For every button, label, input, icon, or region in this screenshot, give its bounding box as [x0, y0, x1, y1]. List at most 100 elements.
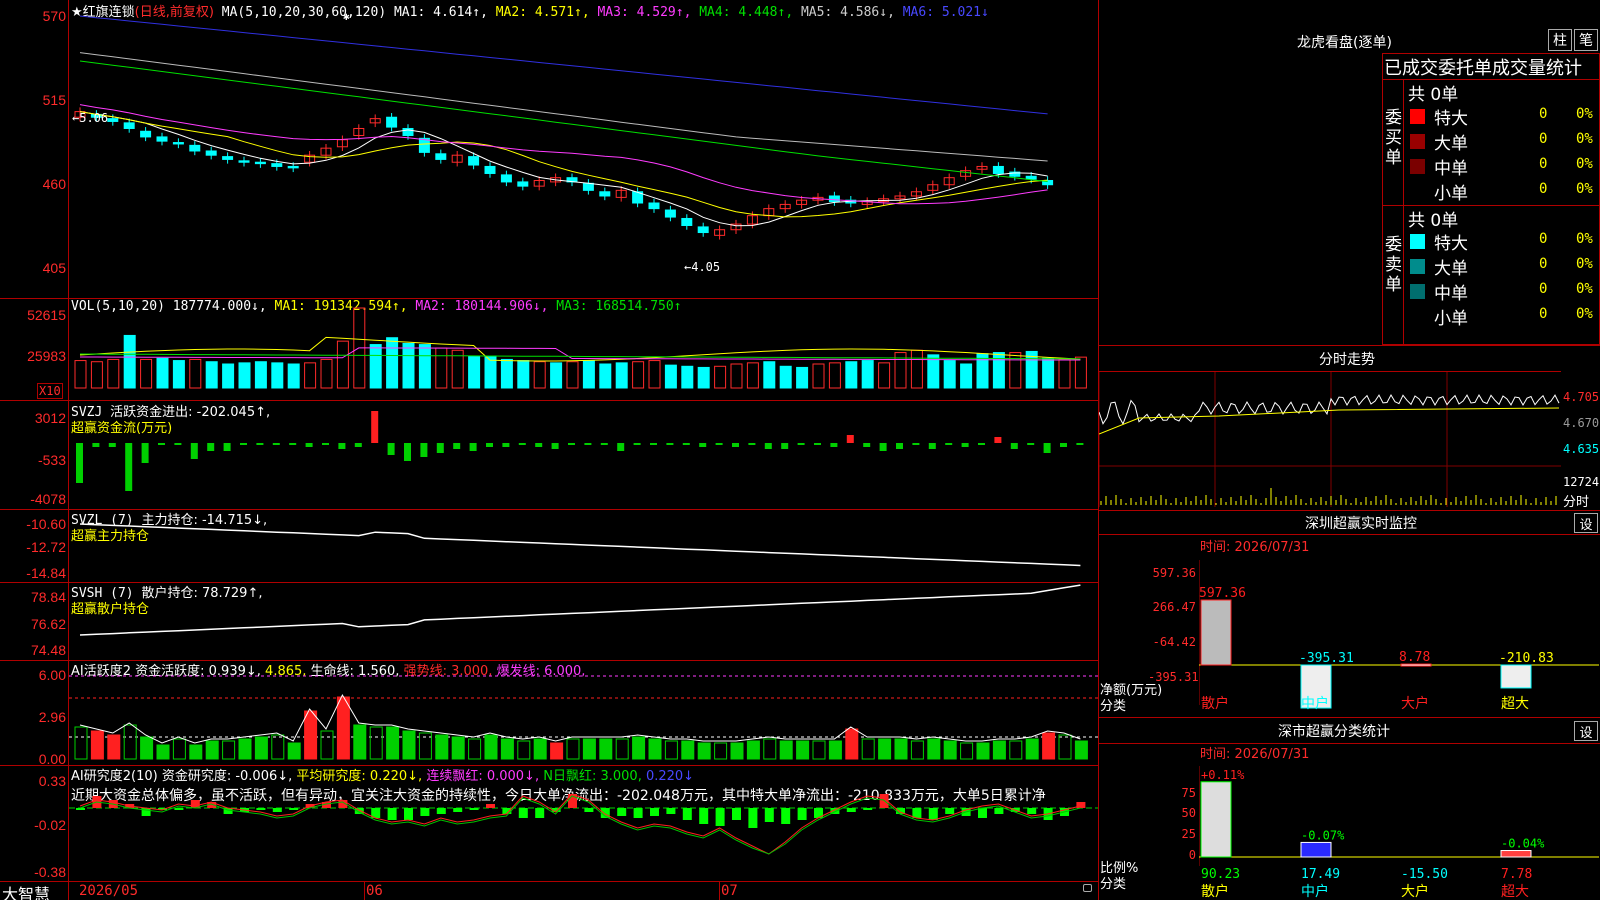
tick-mode-button[interactable]: 笔: [1574, 29, 1598, 51]
xtick-0: 2026/05: [79, 883, 139, 899]
ai2-ytick-1: -0.02: [34, 817, 66, 833]
svzj-bar: [797, 443, 805, 445]
bar-ratio-label: 7.78: [1501, 867, 1532, 882]
minute-ytick-2: 4.635: [1563, 442, 1600, 456]
volume-bar: [664, 364, 677, 389]
research-bar: [486, 804, 495, 808]
volume-bar: [1042, 357, 1055, 389]
xtick-mark-2: [719, 881, 720, 900]
bar-超大: [1500, 850, 1532, 858]
buy-row-count: 0: [1539, 106, 1548, 122]
buy-row-swatch: [1410, 109, 1425, 124]
activity-bar: [107, 734, 121, 760]
candle-body: [992, 165, 1004, 174]
volume-bar: [205, 361, 218, 389]
ma3-line: [79, 104, 1048, 205]
activity-bar: [615, 738, 629, 760]
buy-row-name: 中单: [1434, 159, 1468, 179]
monitor-chart[interactable]: 597.36 散户 -395.31 中户 8.78 大户 -210.83 超大: [1199, 560, 1600, 715]
bar-category-label: 散户: [1201, 695, 1229, 712]
volume-bar: [1058, 358, 1071, 389]
svzj-bar: [518, 443, 526, 445]
svsh-chart[interactable]: [69, 583, 1098, 660]
kline-chart[interactable]: [69, 0, 1098, 298]
sell-row-pct: 0%: [1576, 306, 1593, 322]
svzj-ytick-1: -533: [37, 452, 66, 468]
volume-bar: [582, 360, 595, 389]
activity-bar: [730, 742, 744, 760]
svzj-bar: [436, 443, 444, 453]
bar-超大: [1500, 664, 1532, 689]
research-bar: [518, 808, 528, 818]
volume-bar: [140, 358, 153, 389]
svzj-bar: [1076, 443, 1084, 445]
buy-row-pct: 0%: [1576, 131, 1593, 147]
bar-中户: [1300, 841, 1332, 858]
svzj-bar: [1027, 443, 1035, 445]
buy-row-pct: 0%: [1576, 181, 1593, 197]
candle-body: [205, 150, 217, 156]
svzj-bar: [486, 443, 493, 447]
ai1-chart[interactable]: [69, 661, 1098, 765]
buy-orders-label: 委买单: [1385, 108, 1402, 168]
svzj-bar: [863, 443, 871, 447]
volume-bar: [746, 362, 759, 389]
sell-row-pct: 0%: [1576, 256, 1593, 272]
candle-body: [828, 195, 840, 203]
candle-body: [172, 142, 184, 145]
research-bar: [650, 808, 659, 816]
main-ytick-460: 460: [42, 176, 66, 192]
svzj-chart[interactable]: [69, 401, 1098, 509]
svzj-bar: [387, 443, 395, 455]
dragon-tabs[interactable]: 已成交委托单成交量统计: [1384, 54, 1600, 80]
research-bar: [863, 808, 873, 810]
volume-bar: [730, 363, 743, 389]
research-bar: [256, 808, 266, 810]
svzl-chart[interactable]: [69, 510, 1098, 582]
ai2-chart[interactable]: [69, 766, 1098, 881]
activity-bar: [894, 738, 908, 760]
activity-bar: [517, 740, 531, 760]
svzj-bar: [600, 443, 608, 445]
activity-bar: [238, 738, 252, 760]
volume-bar: [845, 361, 858, 389]
research-line-green: [79, 795, 1081, 855]
class-chart[interactable]: +0.11% 90.23散户 -0.07% 17.49中户 -15.50大户 -0.04%…: [1199, 766, 1600, 900]
research-bar: [978, 808, 987, 818]
svzj-bar: [535, 443, 543, 447]
svzj-bar: [666, 443, 674, 445]
bar-散户: [1200, 781, 1232, 858]
volume-bar: [304, 362, 317, 389]
volume-bar: [500, 358, 513, 389]
ma4-line: [79, 60, 1048, 182]
sell-row-swatch: [1410, 284, 1425, 299]
class-settings-button[interactable]: 设: [1574, 721, 1598, 741]
dragon-col-sep: [1403, 79, 1404, 345]
svzj-bar: [272, 443, 280, 445]
monitor-settings-button[interactable]: 设: [1574, 513, 1598, 533]
activity-bar: [533, 738, 547, 760]
volume-bar: [1009, 352, 1022, 389]
minute-chart[interactable]: [1099, 372, 1561, 507]
volume-bar: [90, 361, 103, 389]
lock-icon[interactable]: [1083, 884, 1092, 892]
activity-bar: [1025, 738, 1039, 760]
volume-bar: [943, 360, 956, 389]
volume-chart[interactable]: [69, 299, 1098, 400]
research-bar: [682, 808, 692, 820]
research-bar: [715, 808, 725, 826]
sell-row-name: 大单: [1434, 259, 1468, 279]
minute-price-line: [1099, 393, 1560, 426]
bar-category-label: 超大: [1501, 884, 1529, 900]
svzj-bar: [748, 443, 756, 445]
activity-bar: [1058, 734, 1072, 760]
bar-mode-button[interactable]: 柱: [1548, 29, 1572, 51]
bar-change-label: -0.07%: [1301, 828, 1345, 842]
candle-body: [484, 165, 496, 174]
volume-bar: [550, 362, 563, 389]
bar-value-label: 597.36: [1199, 586, 1246, 601]
svzj-bar: [945, 443, 953, 445]
class-time: 时间: 2026/07/31: [1200, 747, 1310, 762]
svzj-bar: [354, 443, 362, 447]
volume-bar: [271, 362, 284, 389]
